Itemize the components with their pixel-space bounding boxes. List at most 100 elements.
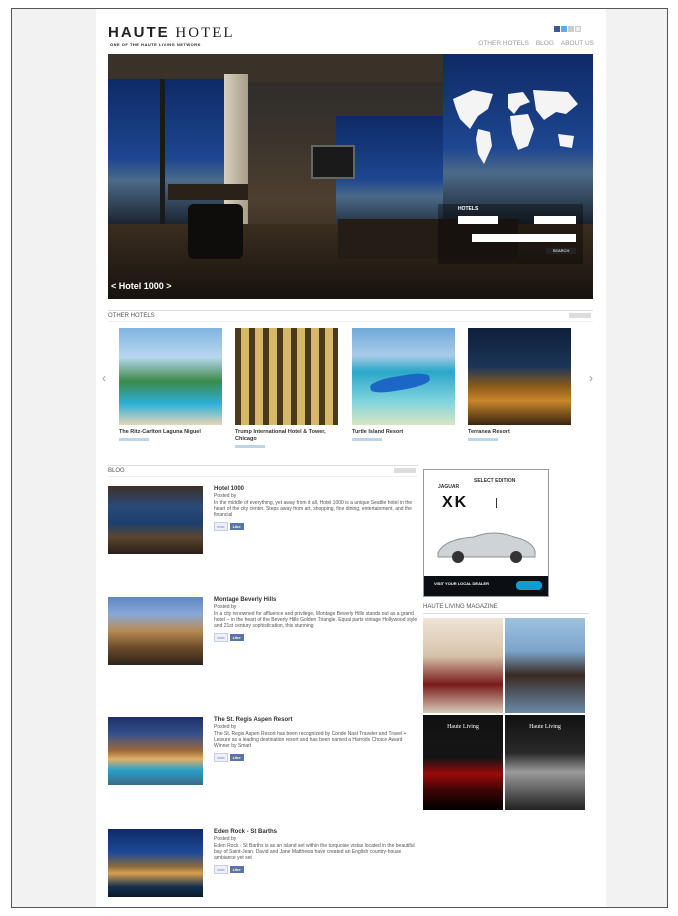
blog-post-image[interactable] <box>108 829 203 897</box>
rss-icon[interactable] <box>568 26 574 32</box>
hotel-image[interactable] <box>119 328 222 425</box>
blog-post: Eden Rock - St Barths Posted by Eden Roc… <box>108 829 418 909</box>
hotel-card[interactable]: Terranea Resort <box>468 328 571 441</box>
magazine-cover[interactable] <box>505 618 585 713</box>
jaguar-ad[interactable]: JAGUAR SELECT EDITION XK VISIT YOUR LOCA… <box>423 469 549 597</box>
email-icon[interactable] <box>575 26 581 32</box>
blog-post-image[interactable] <box>108 717 203 785</box>
blog-post-excerpt: The St. Regis Aspen Resort has been reco… <box>214 731 407 749</box>
logo-light: HOTEL <box>169 25 235 41</box>
like-count: ▭▭ <box>214 633 228 642</box>
blog-post-excerpt: In a city renowned for affluence and pri… <box>214 611 418 629</box>
blog-post-title[interactable]: Montage Beverly Hills <box>214 597 419 603</box>
social-icons <box>554 26 582 32</box>
blog-post-author: Posted by <box>214 724 237 730</box>
hotel-name[interactable]: Turtle Island Resort <box>352 429 455 436</box>
magazine-cover-brand: Haute Living <box>447 724 479 730</box>
blog-header: BLOG <box>108 465 418 477</box>
top-nav: OTHER HOTELS BLOG ABOUT US <box>478 40 594 47</box>
blog-view-all[interactable] <box>394 468 416 473</box>
hotel-image[interactable] <box>235 328 338 425</box>
like-count: ▭▭ <box>214 522 228 531</box>
hotel-more-link[interactable] <box>119 438 149 441</box>
hotel-more-link[interactable] <box>468 438 498 441</box>
blog-post: Montage Beverly Hills Posted by In a cit… <box>108 597 418 677</box>
magazine-cover[interactable]: Haute Living <box>505 715 585 810</box>
blog-post-author: Posted by <box>214 493 237 499</box>
logo-bold: HAUTE <box>108 24 170 41</box>
hero-window-left <box>108 79 224 224</box>
ad-model: XK <box>442 494 469 511</box>
nav-other-hotels[interactable]: OTHER HOTELS <box>478 40 529 47</box>
blog-post-title[interactable]: Eden Rock - St Barths <box>214 829 419 835</box>
hero-desk <box>168 184 248 200</box>
hotel-image[interactable] <box>352 328 455 425</box>
hotel-name[interactable]: Trump International Hotel & Tower, Chica… <box>235 429 338 443</box>
like-button[interactable]: Like <box>229 866 244 873</box>
ad-headline: SELECT EDITION <box>474 478 516 484</box>
nav-about-us[interactable]: ABOUT US <box>561 40 594 47</box>
hero-tv <box>311 145 355 179</box>
hero-search-input-1[interactable] <box>458 216 498 224</box>
hotel-name[interactable]: The Ritz-Carlton Laguna Niguel <box>119 429 222 436</box>
page: HAUTE HOTEL ONE OF THE HAUTE LIVING NETW… <box>96 9 606 907</box>
like-bar: ▭▭ Like <box>214 753 419 762</box>
like-count: ▭▭ <box>214 753 228 762</box>
hotel-more-link[interactable] <box>235 445 265 448</box>
magazine-cover-brand: Haute Living <box>529 724 561 730</box>
like-bar: ▭▭ Like <box>214 522 419 531</box>
like-button[interactable]: Like <box>229 634 244 641</box>
blog-post-image[interactable] <box>108 597 203 665</box>
hotel-card[interactable]: The Ritz-Carlton Laguna Niguel <box>119 328 222 441</box>
blog-post-excerpt: Eden Rock - St Barths is as an island se… <box>214 843 415 861</box>
hotel-image[interactable] <box>468 328 571 425</box>
carousel-prev-icon[interactable]: ‹ <box>102 371 106 385</box>
magazine-title: HAUTE LIVING MAGAZINE <box>423 602 589 614</box>
blog-title: BLOG <box>108 468 125 474</box>
hotel-card[interactable]: Trump International Hotel & Tower, Chica… <box>235 328 338 448</box>
magazine-cover[interactable]: Haute Living <box>423 715 503 810</box>
hero-search-input-3[interactable] <box>472 234 576 242</box>
ad-model-badge <box>496 498 529 508</box>
carousel-next-icon[interactable]: › <box>589 371 593 385</box>
hero-search-input-2[interactable] <box>534 216 576 224</box>
hero-search-button[interactable]: SEARCH <box>546 248 576 254</box>
hero-caption[interactable]: < Hotel 1000 > <box>111 281 172 291</box>
blog-post-image[interactable] <box>108 486 203 554</box>
site-logo[interactable]: HAUTE HOTEL <box>108 24 235 42</box>
hotel-card[interactable]: Turtle Island Resort <box>352 328 455 441</box>
ad-brand: JAGUAR <box>438 484 460 490</box>
like-button[interactable]: Like <box>229 523 244 530</box>
blog-post: The St. Regis Aspen Resort Posted by The… <box>108 717 418 797</box>
twitter-icon[interactable] <box>561 26 567 32</box>
like-button[interactable]: Like <box>229 754 244 761</box>
hero-chair <box>188 204 243 259</box>
nav-blog[interactable]: BLOG <box>536 40 554 47</box>
facebook-icon[interactable] <box>554 26 560 32</box>
magazine-section: HAUTE LIVING MAGAZINE Haute Living Haute… <box>423 602 589 810</box>
other-hotels-header: OTHER HOTELS <box>108 310 593 322</box>
world-map-icon <box>453 90 578 164</box>
ad-cta-button[interactable] <box>516 581 542 590</box>
screenshot-frame: HAUTE HOTEL ONE OF THE HAUTE LIVING NETW… <box>11 8 668 908</box>
hotel-more-link[interactable] <box>352 438 382 441</box>
blog-post-excerpt: In the middle of everything, yet away fr… <box>214 500 413 518</box>
like-bar: ▭▭ Like <box>214 865 419 874</box>
other-hotels-title: OTHER HOTELS <box>108 313 155 319</box>
magazine-grid: Haute Living Haute Living <box>423 618 589 810</box>
blog-post-author: Posted by <box>214 836 237 842</box>
car-icon <box>437 532 536 563</box>
other-hotels-view-all[interactable] <box>569 313 591 318</box>
blog-post: Hotel 1000 Posted by In the middle of ev… <box>108 486 418 566</box>
ad-cta: VISIT YOUR LOCAL DEALER <box>434 581 489 586</box>
like-bar: ▭▭ Like <box>214 633 419 642</box>
magazine-cover[interactable] <box>423 618 503 713</box>
blog-post-title[interactable]: The St. Regis Aspen Resort <box>214 717 419 723</box>
hero-slideshow[interactable]: HOTELS SEARCH < Hotel 1000 > <box>108 54 593 299</box>
like-count: ▭▭ <box>214 865 228 874</box>
site-tagline: ONE OF THE HAUTE LIVING NETWORK <box>110 42 202 47</box>
ad-footer: VISIT YOUR LOCAL DEALER <box>424 576 548 596</box>
blog-post-title[interactable]: Hotel 1000 <box>214 486 419 492</box>
hotel-name[interactable]: Terranea Resort <box>468 429 571 436</box>
hero-search-label: HOTELS <box>458 206 479 212</box>
